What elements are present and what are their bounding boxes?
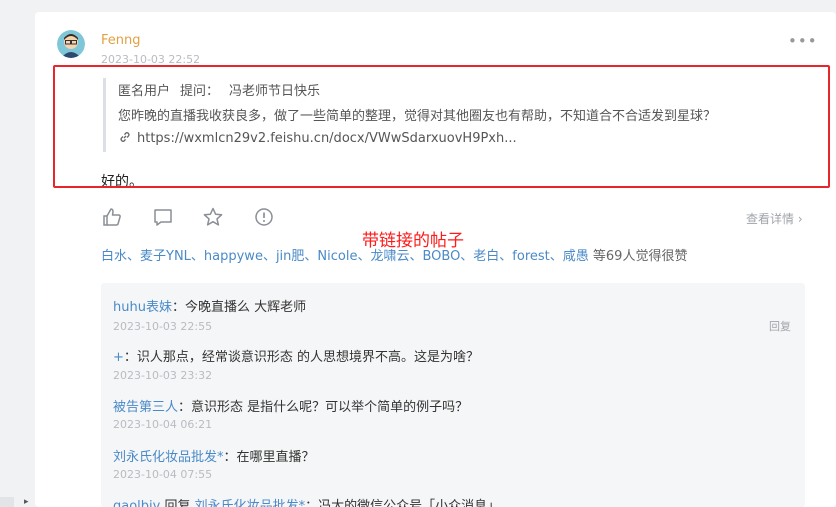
author-name[interactable]: Fenng — [101, 33, 141, 48]
comment-icon[interactable] — [152, 206, 174, 228]
view-detail-link[interactable]: 查看详情 › — [746, 210, 803, 227]
comment-separator: ： — [123, 350, 137, 365]
thumbs-up-icon[interactable] — [101, 206, 123, 228]
comment-item: 被告第三人：意识形态 是指什么呢？可以举个简单的例子吗？ — [113, 396, 468, 415]
avatar-image — [57, 30, 85, 58]
comment-text: 识人那点，经常谈意识形态 的人思想境界不高。这是为啥？ — [136, 350, 480, 365]
comment-item: huhu表妹：今晚直播么 大辉老师 — [113, 296, 306, 315]
comment-text: 在哪里直播？ — [236, 450, 315, 465]
comment-text: 今晚直播么 大辉老师 — [184, 300, 307, 315]
highlight-frame — [53, 65, 830, 188]
comment-item: 刘永氏化妆品批发*：在哪里直播？ — [113, 446, 315, 465]
author-avatar[interactable] — [57, 30, 85, 58]
comment-author[interactable]: gaolbiy — [113, 499, 160, 507]
comment-text: 意识形态 是指什么呢？可以举个简单的例子吗？ — [191, 400, 469, 415]
comment-reply-target[interactable]: 刘永氏化妆品批发* — [195, 499, 306, 507]
more-horizontal-icon[interactable]: ••• — [788, 32, 818, 50]
comment-time: 2023-10-03 23:32 — [113, 369, 213, 382]
likes-count: 等69人觉得很赞 — [592, 249, 688, 264]
comment-reply-word: 回复 — [160, 499, 195, 507]
comment-separator: ： — [178, 400, 192, 415]
comment-author[interactable]: + — [113, 350, 124, 365]
comment-item: gaolbiy 回复 刘永氏化妆品批发*：冯大的微信公众号「小众消息」 — [113, 495, 500, 507]
scroll-arrow-icon[interactable]: ▸ — [24, 497, 29, 507]
comment-author[interactable]: 刘永氏化妆品批发* — [113, 450, 224, 465]
comment-item: +：识人那点，经常谈意识形态 的人思想境界不高。这是为啥？ — [113, 346, 479, 365]
comment-author[interactable]: 被告第三人 — [113, 400, 178, 415]
comment-text: 冯大的微信公众号「小众消息」 — [318, 499, 501, 507]
comment-time: 2023-10-04 07:55 — [113, 468, 213, 481]
reply-button[interactable]: 回复 — [769, 318, 791, 334]
comment-time: 2023-10-04 06:21 — [113, 418, 213, 431]
likers-names[interactable]: 白水、麦子YNL、happywe、jin肥、Nicole、龙啸云、BOBO、老白… — [101, 249, 589, 264]
comments-panel: huhu表妹：今晚直播么 大辉老师 2023-10-03 22:55 回复 +：… — [101, 283, 805, 507]
scrollbar-track[interactable] — [0, 497, 14, 507]
comment-author[interactable]: huhu表妹 — [113, 300, 172, 315]
comment-time: 2023-10-03 22:55 — [113, 320, 213, 333]
comment-separator: ： — [223, 450, 237, 465]
comment-separator: ： — [305, 499, 319, 507]
comment-separator: ： — [171, 300, 185, 315]
alert-circle-icon[interactable] — [253, 206, 275, 228]
star-icon[interactable] — [202, 206, 224, 228]
likes-list: 白水、麦子YNL、happywe、jin肥、Nicole、龙啸云、BOBO、老白… — [101, 245, 687, 264]
